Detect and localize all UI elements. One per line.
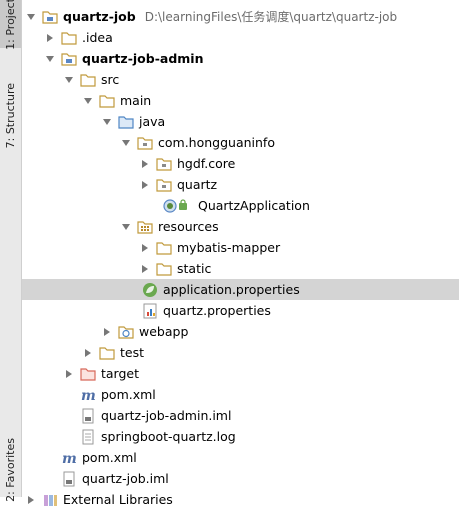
tree-node-resources[interactable]: resources [22,216,459,237]
tree-node-hgdf-core[interactable]: hgdf.core [22,153,459,174]
src-label: src [101,72,120,87]
tree-node-static[interactable]: static [22,258,459,279]
quartz-package-label: quartz [177,177,218,192]
structure-tab-label: 7: Structure [4,83,17,149]
module-folder-icon [42,9,58,25]
tree-node-admin-iml[interactable]: quartz-job-admin.iml [22,405,459,426]
source-folder-icon [118,114,134,130]
favorites-tab-label: 2: Favorites [4,437,17,502]
web-folder-icon [118,324,134,340]
chevron-right-icon[interactable] [139,158,151,170]
iml-file-icon [61,471,77,487]
chevron-right-icon[interactable] [25,494,37,506]
svg-text:m: m [62,451,77,466]
mybatis-mapper-label: mybatis-mapper [177,240,281,255]
target-label: target [101,366,140,381]
text-file-icon [80,429,96,445]
project-tool-tab[interactable]: 1: Project [0,0,21,50]
webapp-label: webapp [139,324,189,339]
main-label: main [120,93,152,108]
hgdf-core-label: hgdf.core [177,156,236,171]
resources-label: resources [158,219,219,234]
root-name: quartz-job [63,9,136,24]
excluded-folder-icon [80,366,96,382]
svg-text:m: m [81,388,96,403]
resources-folder-icon [137,219,153,235]
chevron-down-icon[interactable] [44,53,56,65]
quartz-properties-label: quartz.properties [163,303,271,318]
spring-boot-class-icon [163,198,193,214]
chevron-right-icon[interactable] [44,32,56,44]
tree-node-target[interactable]: target [22,363,459,384]
tree-node-package[interactable]: com.hongguaninfo [22,132,459,153]
tree-node-quartz-job-admin[interactable]: quartz-job-admin [22,48,459,69]
test-label: test [120,345,145,360]
folder-icon [80,72,96,88]
log-file-label: springboot-quartz.log [101,429,236,444]
tree-node-external-libraries[interactable]: External Libraries [22,489,459,510]
root-pom-label: pom.xml [82,450,137,465]
tree-node-webapp[interactable]: webapp [22,321,459,342]
static-label: static [177,261,212,276]
chevron-right-icon[interactable] [139,263,151,275]
project-tab-label: 1: Project [4,0,17,50]
chevron-right-icon[interactable] [63,368,75,380]
folder-icon [156,240,172,256]
maven-icon: m [61,450,77,466]
admin-iml-label: quartz-job-admin.iml [101,408,232,423]
structure-tool-tab[interactable]: 7: Structure [0,76,21,156]
quartz-application-label: QuartzApplication [198,198,310,213]
root-path: D:\learningFiles\任务调度\quartz\quartz-job [144,10,398,24]
tree-node-quartz-application[interactable]: QuartzApplication [22,195,459,216]
chevron-right-icon[interactable] [139,242,151,254]
tree-node-quartz-properties[interactable]: quartz.properties [22,300,459,321]
package-icon [137,135,153,151]
tree-node-java[interactable]: java [22,111,459,132]
folder-icon [99,93,115,109]
library-icon [42,492,58,508]
chevron-down-icon[interactable] [120,137,132,149]
package-label: com.hongguaninfo [158,135,275,150]
chevron-down-icon[interactable] [120,221,132,233]
tree-node-main[interactable]: main [22,90,459,111]
package-icon [156,156,172,172]
module-folder-icon [61,51,77,67]
tree-node-src[interactable]: src [22,69,459,90]
tree-node-quartz-package[interactable]: quartz [22,174,459,195]
admin-pom-label: pom.xml [101,387,156,402]
maven-icon: m [80,387,96,403]
spring-leaf-icon [142,282,158,298]
iml-file-icon [80,408,96,424]
chevron-down-icon[interactable] [25,11,37,23]
tree-node-root-pom[interactable]: m pom.xml [22,447,459,468]
tree-node-mybatis-mapper[interactable]: mybatis-mapper [22,237,459,258]
project-tree: quartz-job D:\learningFiles\任务调度\quartz\… [22,0,459,507]
chevron-down-icon[interactable] [63,74,75,86]
idea-label: .idea [82,30,113,45]
application-properties-label: application.properties [163,282,300,297]
folder-icon [61,30,77,46]
chevron-right-icon[interactable] [139,179,151,191]
chevron-right-icon[interactable] [82,347,94,359]
chevron-down-icon[interactable] [82,95,94,107]
root-iml-label: quartz-job.iml [82,471,169,486]
folder-icon [156,261,172,277]
tree-node-log-file[interactable]: springboot-quartz.log [22,426,459,447]
external-libraries-label: External Libraries [63,492,173,507]
tool-window-strip: 1: Project 7: Structure 2: Favorites [0,0,22,502]
tree-node-root-iml[interactable]: quartz-job.iml [22,468,459,489]
java-label: java [139,114,166,129]
chevron-down-icon[interactable] [101,116,113,128]
chevron-right-icon[interactable] [101,326,113,338]
tree-node-quartz-job[interactable]: quartz-job D:\learningFiles\任务调度\quartz\… [22,6,459,27]
tree-node-test[interactable]: test [22,342,459,363]
package-icon [156,177,172,193]
tree-node-idea[interactable]: .idea [22,27,459,48]
folder-icon [99,345,115,361]
favorites-tool-tab[interactable]: 2: Favorites [0,438,21,502]
admin-module-label: quartz-job-admin [82,51,204,66]
tree-node-admin-pom[interactable]: m pom.xml [22,384,459,405]
properties-file-icon [142,303,158,319]
tree-node-application-properties[interactable]: application.properties [22,279,459,300]
